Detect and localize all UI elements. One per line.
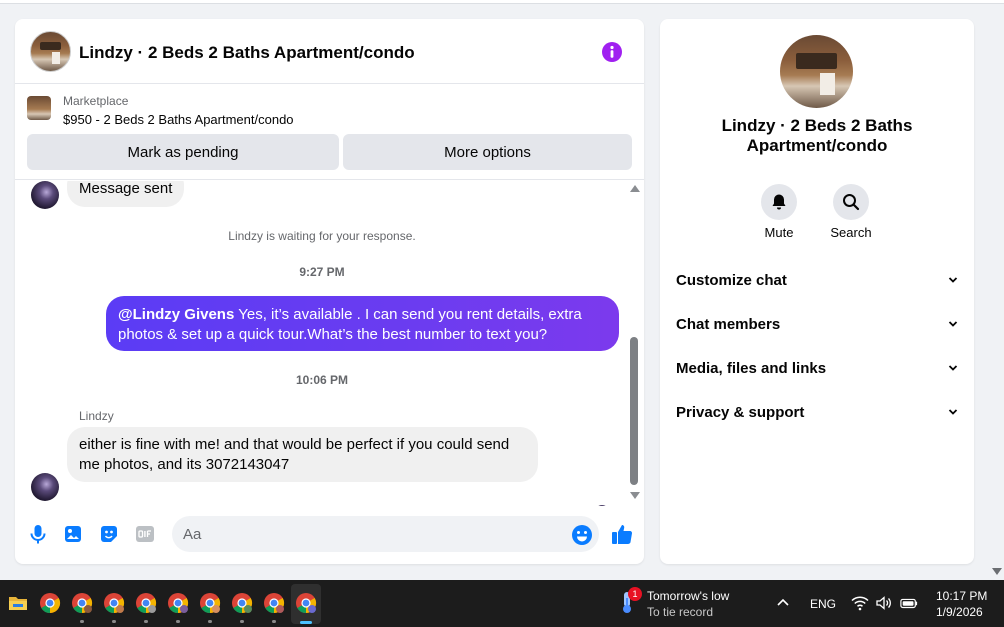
- section-media-files-links[interactable]: Media, files and links: [676, 350, 958, 386]
- chat-header: Lindzy · 2 Beds 2 Baths Apartment/condo: [15, 19, 644, 84]
- search-button[interactable]: Search: [821, 184, 881, 240]
- message-text: either is fine with me! and that would b…: [79, 436, 510, 473]
- chrome-profile-icon[interactable]: [167, 592, 189, 614]
- page-scroll-down-arrow[interactable]: [992, 568, 1002, 575]
- running-indicator: [240, 620, 244, 623]
- message-bubble-previous[interactable]: Message sent: [67, 181, 185, 207]
- volume-icon[interactable]: [875, 595, 893, 611]
- weather-title[interactable]: Tomorrow's low: [647, 589, 729, 603]
- wifi-icon[interactable]: [851, 595, 869, 611]
- scroll-down-arrow[interactable]: [630, 492, 640, 499]
- info-icon[interactable]: [601, 41, 623, 63]
- chrome-profile-icon[interactable]: [103, 592, 125, 614]
- running-indicator: [176, 620, 180, 623]
- section-chat-members[interactable]: Chat members: [676, 306, 958, 342]
- mention[interactable]: @Lindzy Givens: [118, 306, 234, 323]
- mute-label: Mute: [764, 225, 794, 240]
- conversation-info-panel: Lindzy · 2 Beds 2 Baths Apartment/condo …: [660, 19, 974, 564]
- waiting-notice: Lindzy is waiting for your response.: [228, 229, 416, 243]
- listing-thumbnail[interactable]: [27, 96, 51, 120]
- mute-circle[interactable]: [761, 184, 797, 220]
- section-customize-chat[interactable]: Customize chat: [676, 262, 958, 298]
- chat-title[interactable]: Lindzy · 2 Beds 2 Baths Apartment/condo: [79, 43, 415, 63]
- chevron-down-icon: [948, 321, 958, 327]
- top-strip: [0, 0, 1004, 4]
- section-privacy-support[interactable]: Privacy & support: [676, 394, 958, 430]
- microphone-icon[interactable]: [27, 523, 49, 545]
- image-icon[interactable]: [62, 523, 84, 545]
- search-icon: [843, 194, 860, 211]
- chevron-down-icon: [948, 365, 958, 371]
- weather-badge: 1: [628, 587, 642, 601]
- bell-icon: [772, 194, 786, 210]
- emoji-icon[interactable]: [571, 524, 593, 546]
- seen-indicator-avatar: [595, 505, 609, 506]
- search-label: Search: [830, 225, 872, 240]
- message-text: Message sent: [79, 181, 173, 197]
- message-input[interactable]: [172, 516, 599, 552]
- listing-banner: Marketplace $950 - 2 Beds 2 Baths Apartm…: [15, 85, 644, 180]
- battery-icon[interactable]: [900, 595, 918, 611]
- chrome-profile-icon[interactable]: [231, 592, 253, 614]
- search-circle[interactable]: [833, 184, 869, 220]
- message-list: Message sent Lindzy is waiting for your …: [15, 181, 644, 506]
- sender-name: Lindzy: [79, 409, 114, 423]
- section-label: Media, files and links: [676, 359, 827, 377]
- section-label: Chat members: [676, 315, 781, 333]
- running-indicator: [112, 620, 116, 623]
- profile-avatar[interactable]: [780, 35, 853, 108]
- message-scrollbar[interactable]: [629, 181, 641, 506]
- chevron-down-icon: [948, 277, 958, 283]
- mute-button[interactable]: Mute: [749, 184, 809, 240]
- running-indicator: [144, 620, 148, 623]
- contact-avatar[interactable]: [31, 473, 59, 501]
- running-indicator: [208, 620, 212, 623]
- section-label: Customize chat: [676, 271, 787, 289]
- chrome-icon[interactable]: [39, 592, 61, 614]
- chat-panel: Lindzy · 2 Beds 2 Baths Apartment/condo …: [15, 19, 644, 564]
- composer: [15, 509, 644, 564]
- weather-subtitle[interactable]: To tie record: [647, 605, 713, 619]
- mark-as-pending-button[interactable]: Mark as pending: [27, 134, 339, 170]
- scroll-thumb[interactable]: [630, 337, 638, 485]
- conversation-name: Lindzy · 2 Beds 2 Baths Apartment/condo: [721, 116, 913, 155]
- chat-avatar[interactable]: [30, 31, 71, 72]
- active-app-indicator: [300, 621, 312, 624]
- running-indicator: [272, 620, 276, 623]
- contact-avatar[interactable]: [31, 181, 59, 209]
- gif-icon[interactable]: [134, 523, 156, 545]
- chrome-profile-icon[interactable]: [263, 592, 285, 614]
- section-label: Privacy & support: [676, 403, 805, 421]
- chrome-profile-icon[interactable]: [71, 592, 93, 614]
- clock-time[interactable]: 10:17 PM: [936, 589, 987, 603]
- more-options-button[interactable]: More options: [343, 134, 632, 170]
- chrome-profile-icon[interactable]: [199, 592, 221, 614]
- chrome-profile-icon[interactable]: [135, 592, 157, 614]
- chevron-up-icon[interactable]: [776, 596, 790, 608]
- running-indicator: [80, 620, 84, 623]
- timestamp: 9:27 PM: [299, 265, 345, 279]
- message-bubble-incoming[interactable]: either is fine with me! and that would b…: [67, 427, 538, 482]
- scroll-up-arrow[interactable]: [630, 185, 640, 192]
- listing-source: Marketplace: [63, 94, 129, 108]
- sticker-icon[interactable]: [98, 523, 120, 545]
- chrome-active-icon[interactable]: [295, 592, 317, 614]
- chevron-down-icon: [948, 409, 958, 415]
- file-explorer-icon[interactable]: [7, 592, 29, 614]
- clock-date[interactable]: 1/9/2026: [936, 605, 983, 619]
- thumbs-up-icon[interactable]: [610, 522, 634, 546]
- language-indicator[interactable]: ENG: [810, 597, 836, 611]
- message-bubble-outgoing[interactable]: @Lindzy Givens Yes, it’s available . I c…: [106, 296, 619, 351]
- listing-price[interactable]: $950 - 2 Beds 2 Baths Apartment/condo: [63, 112, 294, 127]
- timestamp: 10:06 PM: [295, 373, 349, 387]
